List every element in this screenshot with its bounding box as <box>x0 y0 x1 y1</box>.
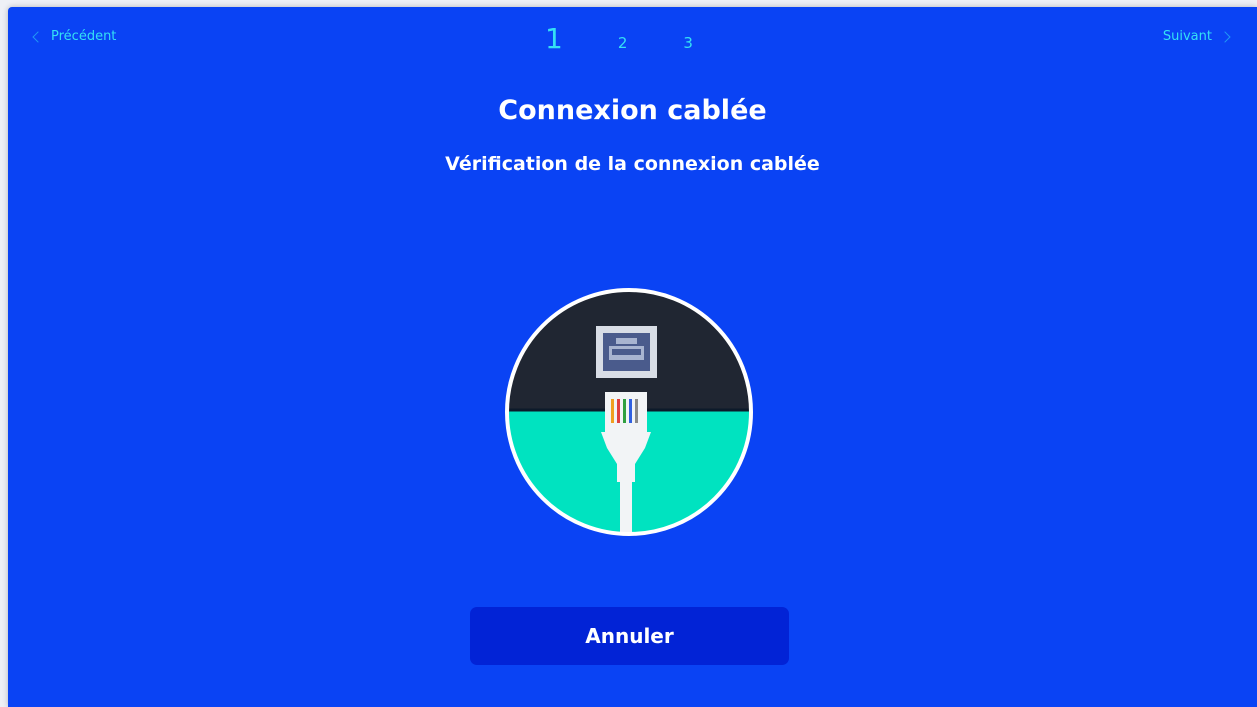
wired-connection-screen: Précédent 1 2 3 Suivant Connexion cablée… <box>8 7 1257 707</box>
previous-button[interactable]: Précédent <box>32 29 117 44</box>
next-label: Suivant <box>1162 29 1212 44</box>
chevron-right-icon <box>1219 31 1231 43</box>
page-subtitle: Vérification de la connexion cablée <box>445 153 820 175</box>
chevron-left-icon <box>32 31 44 43</box>
step-indicator: 1 2 3 <box>545 24 693 54</box>
cancel-button[interactable]: Annuler <box>470 607 789 665</box>
previous-label: Précédent <box>51 29 117 44</box>
step-2[interactable]: 2 <box>618 34 628 52</box>
ethernet-cable-icon <box>505 288 753 536</box>
page-title: Connexion cablée <box>498 95 767 126</box>
step-1[interactable]: 1 <box>545 24 563 54</box>
step-3[interactable]: 3 <box>683 34 693 52</box>
next-button[interactable]: Suivant <box>1162 29 1231 44</box>
